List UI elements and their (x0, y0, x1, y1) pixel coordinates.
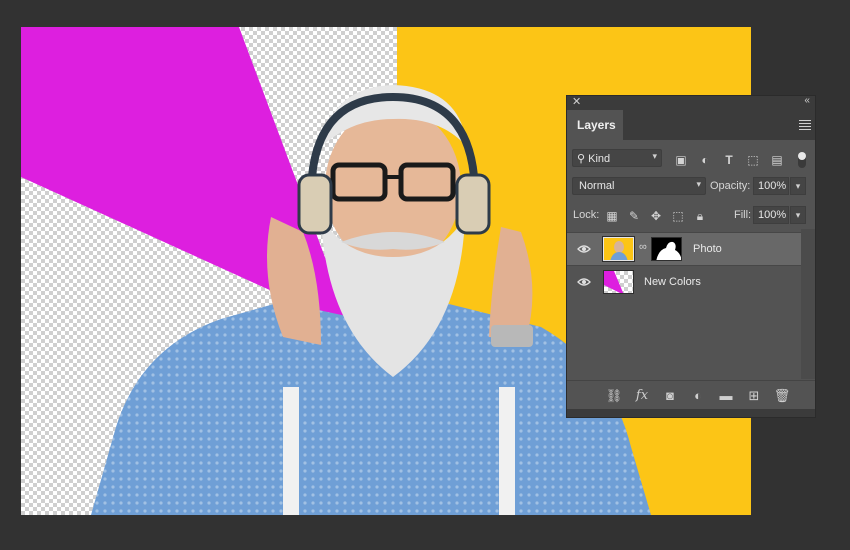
suspender-right (499, 387, 515, 515)
close-icon[interactable]: ✕ (572, 95, 581, 108)
kind-label: Kind (588, 153, 611, 165)
opacity-field[interactable]: 100% (753, 177, 789, 195)
add-mask-icon[interactable]: ◙ (661, 388, 679, 403)
lock-transparent-pixels-icon[interactable]: ▦ (605, 209, 619, 223)
trash-icon[interactable]: 🗑︎ (773, 388, 791, 404)
shape-filter-icon[interactable]: ⬚ (746, 153, 760, 167)
chevron-down-icon: ▾ (652, 151, 657, 161)
new-layer-icon[interactable]: ⊞ (745, 388, 763, 404)
earcup-left (297, 173, 333, 235)
adjustment-layer-icon[interactable]: ◐ (689, 388, 707, 403)
panel-footer (567, 409, 815, 417)
group-folder-icon[interactable]: ▬ (717, 388, 735, 403)
mask-link-icon[interactable]: ∞ (639, 241, 647, 253)
layer-row-photo[interactable]: ∞ Photo (567, 232, 803, 265)
lock-artboard-icon[interactable]: ⬚ (671, 209, 685, 223)
image-filter-icon[interactable]: ▣ (674, 153, 688, 167)
layer-thumbnail[interactable] (603, 270, 634, 294)
panel-tab-bar: Layers (567, 110, 815, 140)
smart-object-filter-icon[interactable]: ▤ (770, 153, 784, 167)
blend-row: Normal ▾ Opacity: 100% ▾ (567, 177, 815, 199)
double-chevron-icon[interactable]: ‹‹ (804, 95, 810, 106)
panel-title-bar: ✕ ‹‹ (567, 95, 815, 110)
tab-layers-label: Layers (577, 118, 616, 132)
earcup-right (455, 173, 491, 235)
fill-value: 100% (758, 209, 787, 221)
lock-label: Lock: (573, 209, 600, 221)
tab-layers[interactable]: Layers (567, 110, 623, 140)
layer-thumbnail[interactable] (602, 236, 635, 262)
layer-mask-thumbnail[interactable] (651, 237, 682, 261)
layer-row-new-colors[interactable]: New Colors (567, 265, 803, 298)
blend-mode-value: Normal (579, 180, 615, 192)
chevron-down-icon: ▾ (696, 179, 701, 189)
opacity-value: 100% (758, 180, 787, 192)
opacity-label: Opacity: (710, 180, 751, 192)
lock-row: Lock: ▦ ✎ ✥ ⬚ 🔒︎ Fill: 100% ▾ (567, 206, 815, 228)
fill-field[interactable]: 100% (753, 206, 789, 224)
layers-scrollbar[interactable] (801, 229, 815, 379)
adjustment-filter-icon[interactable]: ◐ (698, 153, 712, 167)
layers-panel: ✕ ‹‹ Layers ⚲ Kind ▾ ▣ ◐ T ⬚ ▤ Normal ▾ (566, 95, 816, 418)
type-filter-icon[interactable]: T (722, 153, 736, 167)
kind-filter-dropdown[interactable]: ⚲ Kind ▾ (572, 149, 662, 167)
suspender-left (283, 387, 299, 515)
blend-mode-dropdown[interactable]: Normal ▾ (572, 177, 706, 195)
link-icon[interactable]: ⛓ (605, 388, 623, 404)
fill-label: Fill: (734, 209, 752, 221)
filter-toggle[interactable] (798, 152, 806, 168)
lock-position-icon[interactable]: ✥ (649, 209, 663, 223)
fill-chevron-icon[interactable]: ▾ (790, 206, 806, 224)
eye-icon[interactable] (577, 275, 591, 289)
lock-image-pixels-icon[interactable]: ✎ (627, 209, 641, 223)
layers-bottom-toolbar: ⛓ fx ◙ ◐ ▬ ⊞ 🗑︎ (567, 380, 815, 411)
filter-row: ⚲ Kind ▾ ▣ ◐ T ⬚ ▤ (567, 148, 815, 172)
search-icon: ⚲ (577, 153, 586, 165)
lock-all-icon[interactable]: 🔒︎ (693, 209, 707, 224)
eye-icon[interactable] (577, 242, 591, 256)
panel-menu-icon[interactable] (799, 118, 811, 130)
layer-name: New Colors (644, 276, 701, 288)
fx-icon[interactable]: fx (633, 388, 651, 403)
opacity-chevron-icon[interactable]: ▾ (790, 177, 806, 195)
layer-name: Photo (693, 243, 722, 255)
wristwatch (491, 325, 533, 347)
